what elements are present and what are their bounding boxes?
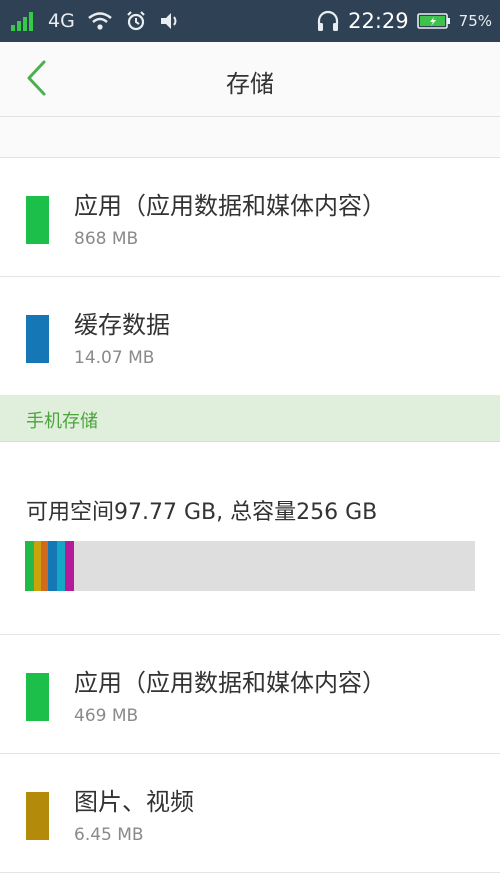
signal-icon (10, 10, 36, 32)
usage-segment (41, 541, 49, 591)
item-label: 应用（应用数据和媒体内容） (74, 192, 386, 220)
color-swatch (26, 315, 49, 363)
status-bar: 4G 22:29 75% (0, 0, 500, 42)
usage-segment (34, 541, 42, 591)
list-item[interactable]: 缓存数据 14.07 MB (0, 277, 500, 396)
page-title: 存储 (226, 70, 274, 98)
item-size: 469 MB (74, 706, 139, 726)
clock: 22:29 (348, 9, 409, 33)
next-row-edge (0, 872, 500, 889)
usage-segment (48, 541, 58, 591)
headphones-icon (316, 9, 340, 33)
item-label: 缓存数据 (74, 311, 170, 339)
wifi-icon (87, 11, 113, 31)
storage-summary-text: 可用空间97.77 GB, 总容量256 GB (26, 500, 378, 525)
usage-segment (25, 541, 34, 591)
item-size: 14.07 MB (74, 348, 155, 368)
usage-segment (57, 541, 66, 591)
storage-usage-bar (25, 541, 475, 591)
item-label: 图片、视频 (74, 788, 194, 816)
color-swatch (26, 196, 49, 244)
item-label: 应用（应用数据和媒体内容） (74, 669, 386, 697)
alarm-icon (125, 10, 147, 32)
battery-percent: 75% (458, 12, 492, 30)
network-type: 4G (48, 10, 75, 32)
item-size: 6.45 MB (74, 825, 144, 845)
spacer-strip (0, 117, 500, 158)
list-item[interactable]: 应用（应用数据和媒体内容） 469 MB (0, 635, 500, 754)
storage-summary: 可用空间97.77 GB, 总容量256 GB (0, 442, 500, 635)
usage-segment (65, 541, 75, 591)
color-swatch (26, 792, 49, 840)
item-size: 868 MB (74, 229, 139, 249)
section-title: 手机存储 (26, 411, 98, 432)
section-header: 手机存储 (0, 395, 500, 442)
list-item[interactable]: 图片、视频 6.45 MB (0, 754, 500, 873)
volume-icon (159, 11, 183, 31)
color-swatch (26, 673, 49, 721)
list-item[interactable]: 应用（应用数据和媒体内容） 868 MB (0, 158, 500, 277)
app-header: 存储 (0, 42, 500, 117)
battery-icon (416, 12, 451, 30)
